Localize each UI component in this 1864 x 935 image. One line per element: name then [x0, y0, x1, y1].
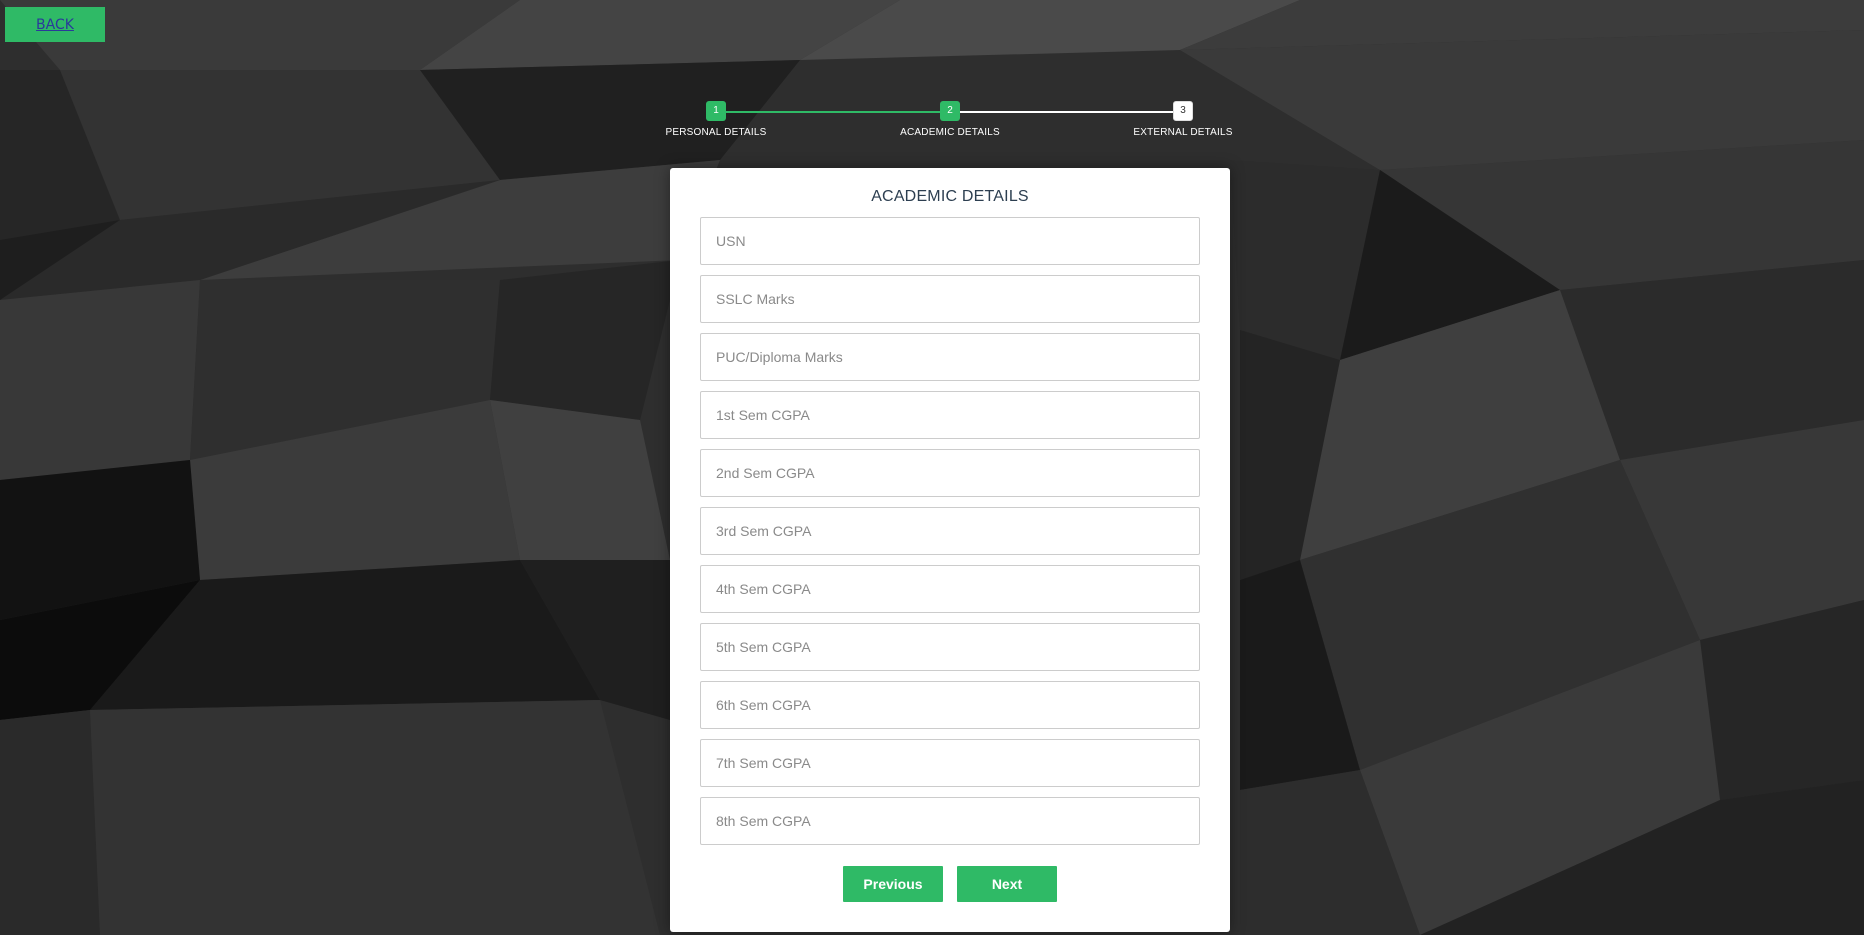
- sslc-marks-field[interactable]: [700, 275, 1200, 323]
- usn-field[interactable]: [700, 217, 1200, 265]
- sem3-cgpa-field[interactable]: [700, 507, 1200, 555]
- sem4-cgpa-field[interactable]: [700, 565, 1200, 613]
- step-label: PERSONAL DETAILS: [665, 127, 767, 138]
- back-button[interactable]: BACK: [5, 7, 105, 42]
- next-button[interactable]: Next: [957, 866, 1057, 902]
- form-title: ACADEMIC DETAILS: [871, 188, 1029, 205]
- step-number: 2: [940, 101, 960, 121]
- step-number: 1: [706, 101, 726, 121]
- sem8-cgpa-field[interactable]: [700, 797, 1200, 845]
- form-card: ACADEMIC DETAILS Previous Next: [670, 168, 1230, 932]
- sem7-cgpa-field[interactable]: [700, 739, 1200, 787]
- progress-step-external: 3 EXTERNAL DETAILS: [1123, 101, 1243, 138]
- progress-step-academic: 2 ACADEMIC DETAILS: [890, 101, 1010, 138]
- puc-diploma-marks-field[interactable]: [700, 333, 1200, 381]
- sem6-cgpa-field[interactable]: [700, 681, 1200, 729]
- step-label: EXTERNAL DETAILS: [1133, 127, 1233, 138]
- step-number: 3: [1173, 101, 1193, 121]
- progress-step-personal: 1 PERSONAL DETAILS: [656, 101, 776, 138]
- sem1-cgpa-field[interactable]: [700, 391, 1200, 439]
- sem5-cgpa-field[interactable]: [700, 623, 1200, 671]
- step-label: ACADEMIC DETAILS: [900, 127, 1000, 138]
- progress-bar: 1 PERSONAL DETAILS 2 ACADEMIC DETAILS 3 …: [660, 101, 1240, 141]
- sem2-cgpa-field[interactable]: [700, 449, 1200, 497]
- form-actions: Previous Next: [670, 866, 1230, 902]
- form-fields: [700, 217, 1200, 855]
- previous-button[interactable]: Previous: [843, 866, 943, 902]
